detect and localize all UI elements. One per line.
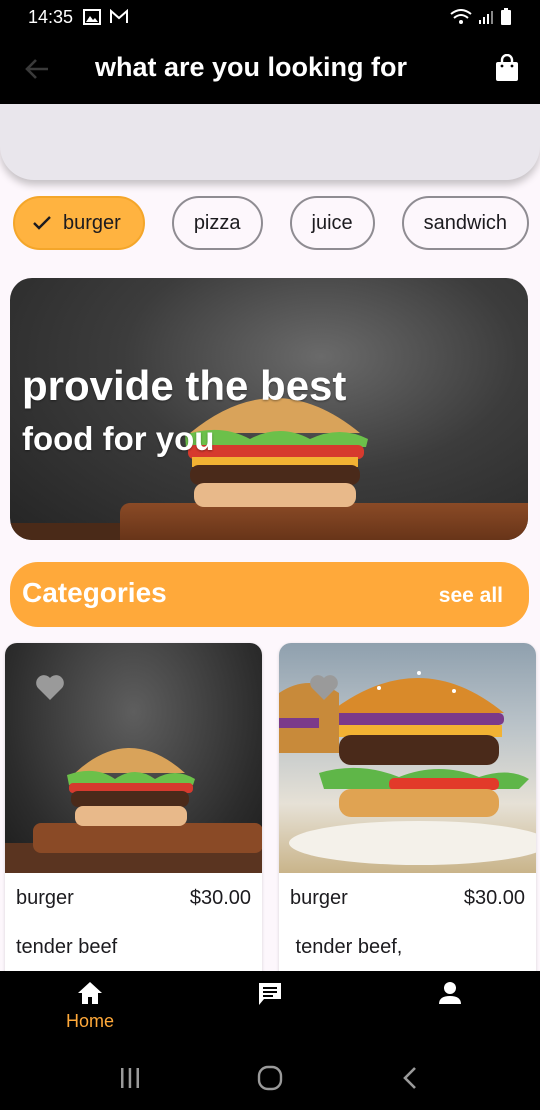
image-icon: [83, 9, 102, 25]
chat-icon: [259, 983, 281, 1005]
product-card[interactable]: burger $30.00 tender beef,: [279, 643, 536, 973]
product-name: burger: [16, 887, 74, 909]
app-bar: what are you looking for: [0, 34, 540, 104]
back-system-button[interactable]: [390, 1063, 430, 1093]
home-circle-icon: [257, 1065, 283, 1091]
search-input[interactable]: [0, 104, 540, 180]
chip-label: sandwich: [423, 211, 508, 234]
product-description: tender beef,: [290, 936, 403, 958]
favorite-button[interactable]: [309, 673, 339, 706]
bottom-navigation: Home: [0, 971, 540, 1043]
heart-icon: [310, 675, 338, 700]
nav-home[interactable]: Home: [60, 981, 120, 1032]
categories-title: Categories: [22, 577, 167, 608]
mail-icon: [110, 9, 129, 23]
back-button[interactable]: [22, 54, 52, 84]
battery-icon: [501, 8, 511, 25]
system-navigation: [0, 1043, 540, 1110]
status-bar: 14:35: [0, 0, 540, 34]
categories-header: Categories see all: [10, 562, 529, 627]
back-chevron-icon: [403, 1067, 416, 1089]
page-title: what are you looking for: [95, 52, 408, 82]
product-price: $30.00: [463, 887, 525, 909]
shopping-bag-icon: [496, 54, 518, 81]
person-icon: [439, 982, 461, 1004]
wifi-icon: [450, 9, 472, 24]
chip-label: burger: [63, 211, 121, 234]
product-name: burger: [290, 887, 348, 909]
home-icon: [78, 982, 102, 1004]
status-notification-icons: [83, 9, 129, 25]
see-all-link[interactable]: see all: [439, 584, 503, 608]
hero-banner[interactable]: provide the best food for you: [10, 278, 528, 540]
product-price: $30.00: [189, 887, 251, 909]
back-arrow-icon: [25, 59, 48, 79]
cart-button[interactable]: [492, 52, 522, 84]
home-system-button[interactable]: [250, 1063, 290, 1093]
favorite-button[interactable]: [35, 673, 65, 706]
chip-label: pizza: [193, 211, 241, 234]
hero-headline: provide the best: [22, 362, 347, 409]
heart-icon: [36, 675, 64, 700]
chip-pizza[interactable]: pizza: [171, 196, 263, 250]
status-system-icons: [450, 8, 512, 26]
chip-juice[interactable]: juice: [289, 196, 375, 250]
recent-apps-icon: [121, 1068, 139, 1088]
nav-profile[interactable]: [420, 981, 480, 1005]
filter-chips: burger pizza juice sandwich: [13, 196, 530, 250]
check-icon: [33, 216, 51, 230]
chip-label: juice: [311, 211, 353, 234]
hero-subheadline: food for you: [22, 420, 215, 457]
recent-apps-button[interactable]: [110, 1063, 150, 1093]
chip-sandwich[interactable]: sandwich: [401, 196, 530, 250]
product-description: tender beef: [16, 936, 118, 958]
nav-messages[interactable]: [240, 981, 300, 1007]
status-time: 14:35: [28, 6, 74, 27]
nav-home-label: Home: [65, 1011, 114, 1031]
signal-icon: [479, 11, 493, 24]
chip-burger[interactable]: burger: [13, 196, 145, 250]
product-card[interactable]: burger $30.00 tender beef: [5, 643, 262, 973]
